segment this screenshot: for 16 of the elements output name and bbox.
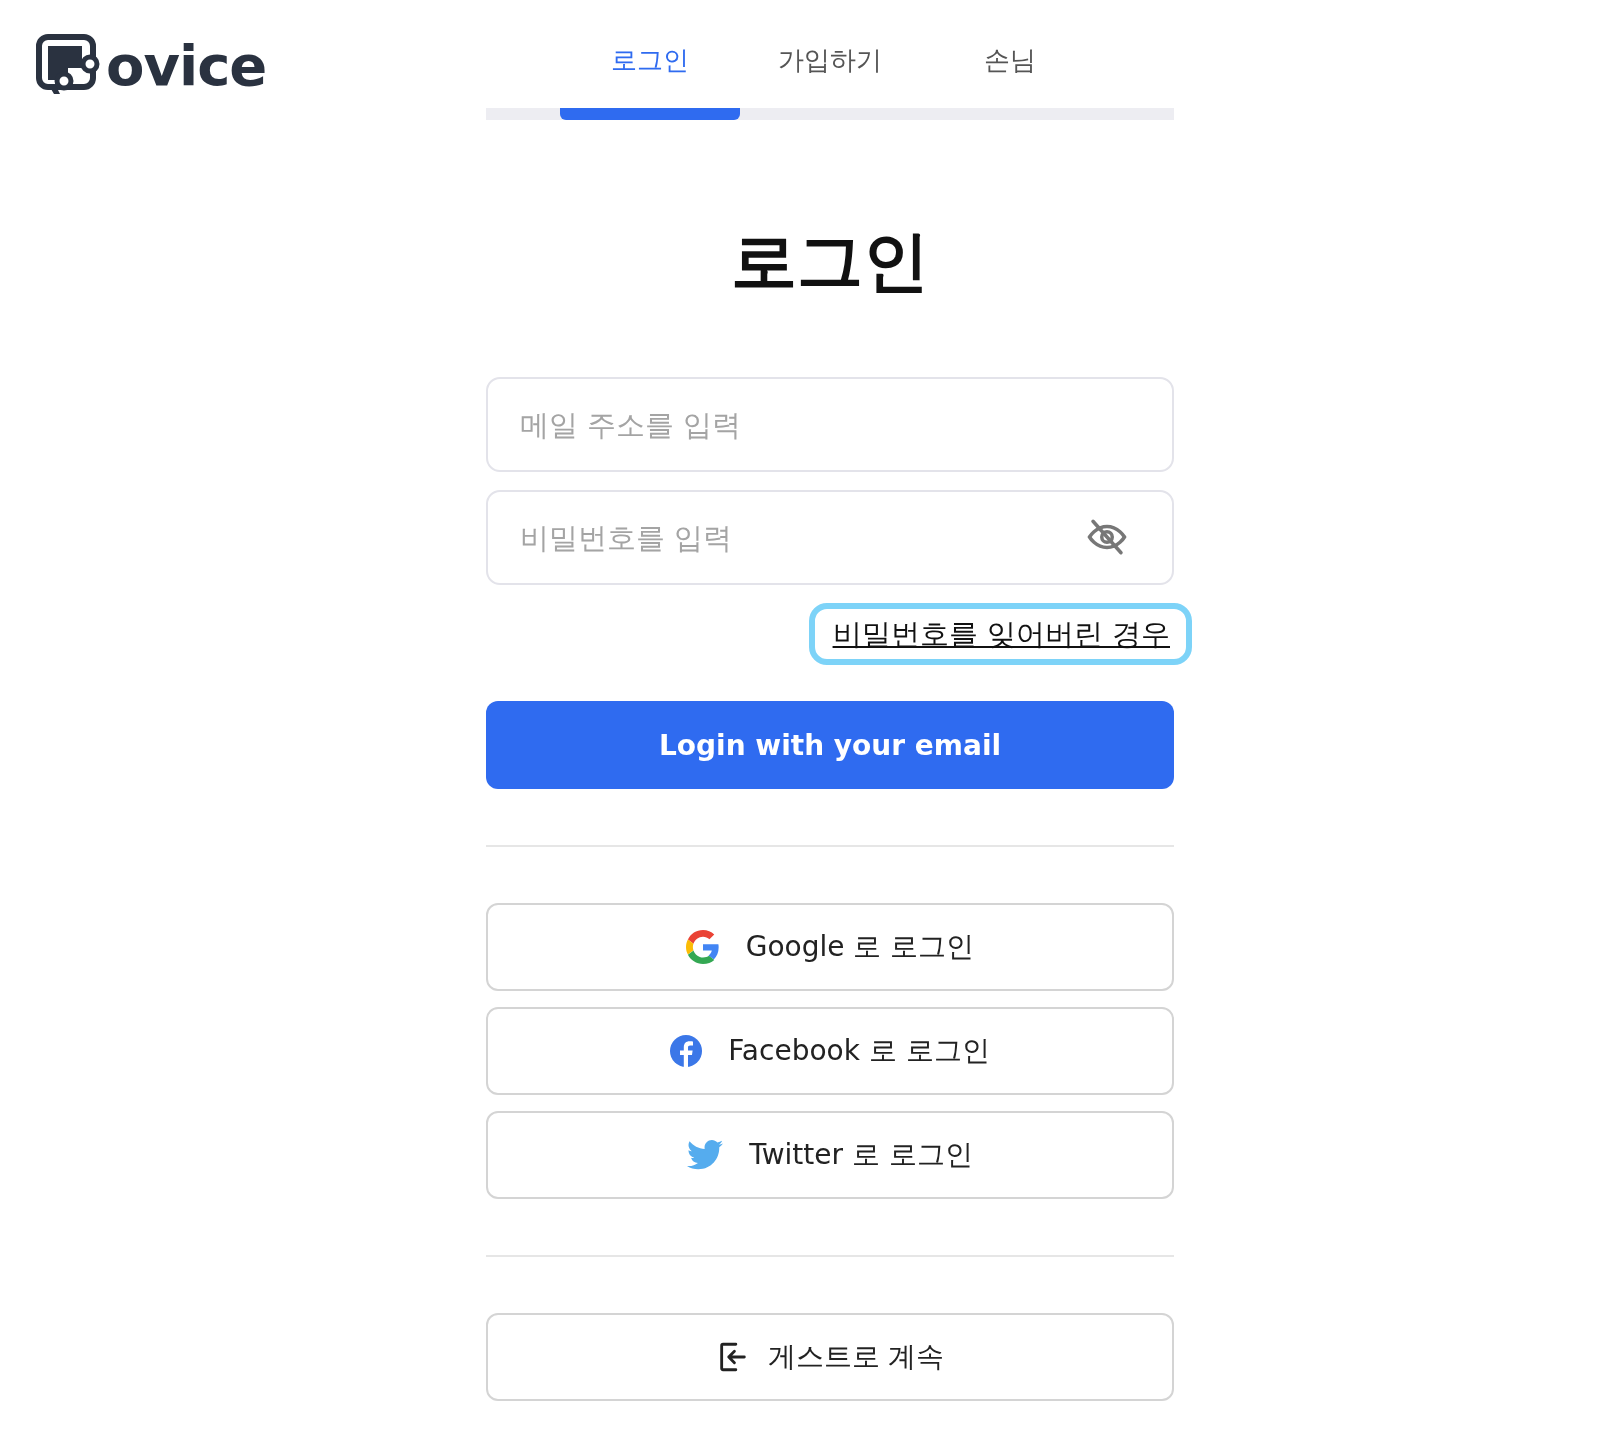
- facebook-icon: [670, 1035, 703, 1068]
- login-button[interactable]: Login with your email: [486, 701, 1174, 790]
- tab[interactable]: 로그인: [560, 36, 740, 120]
- social-login-button[interactable]: Facebook 로 로그인: [486, 1007, 1174, 1096]
- logo-text: ovice: [106, 38, 267, 94]
- social-login-button[interactable]: Twitter 로 로그인: [486, 1111, 1174, 1200]
- email-field[interactable]: 메일 주소를 입력: [486, 377, 1174, 473]
- tab[interactable]: 손님: [920, 36, 1100, 120]
- forgot-password-link[interactable]: 비밀번호를 잊어버린 경우: [808, 603, 1192, 666]
- bird-icon: [687, 1140, 724, 1171]
- page-title: 로그인: [731, 222, 929, 302]
- google-icon: [685, 930, 720, 965]
- social-login-button[interactable]: Google 로 로그인: [486, 903, 1174, 992]
- tab[interactable]: 가입하기: [740, 36, 920, 120]
- password-field[interactable]: 비밀번호를 입력: [486, 490, 1174, 586]
- guest-button[interactable]: 게스트로 계속: [486, 1313, 1174, 1402]
